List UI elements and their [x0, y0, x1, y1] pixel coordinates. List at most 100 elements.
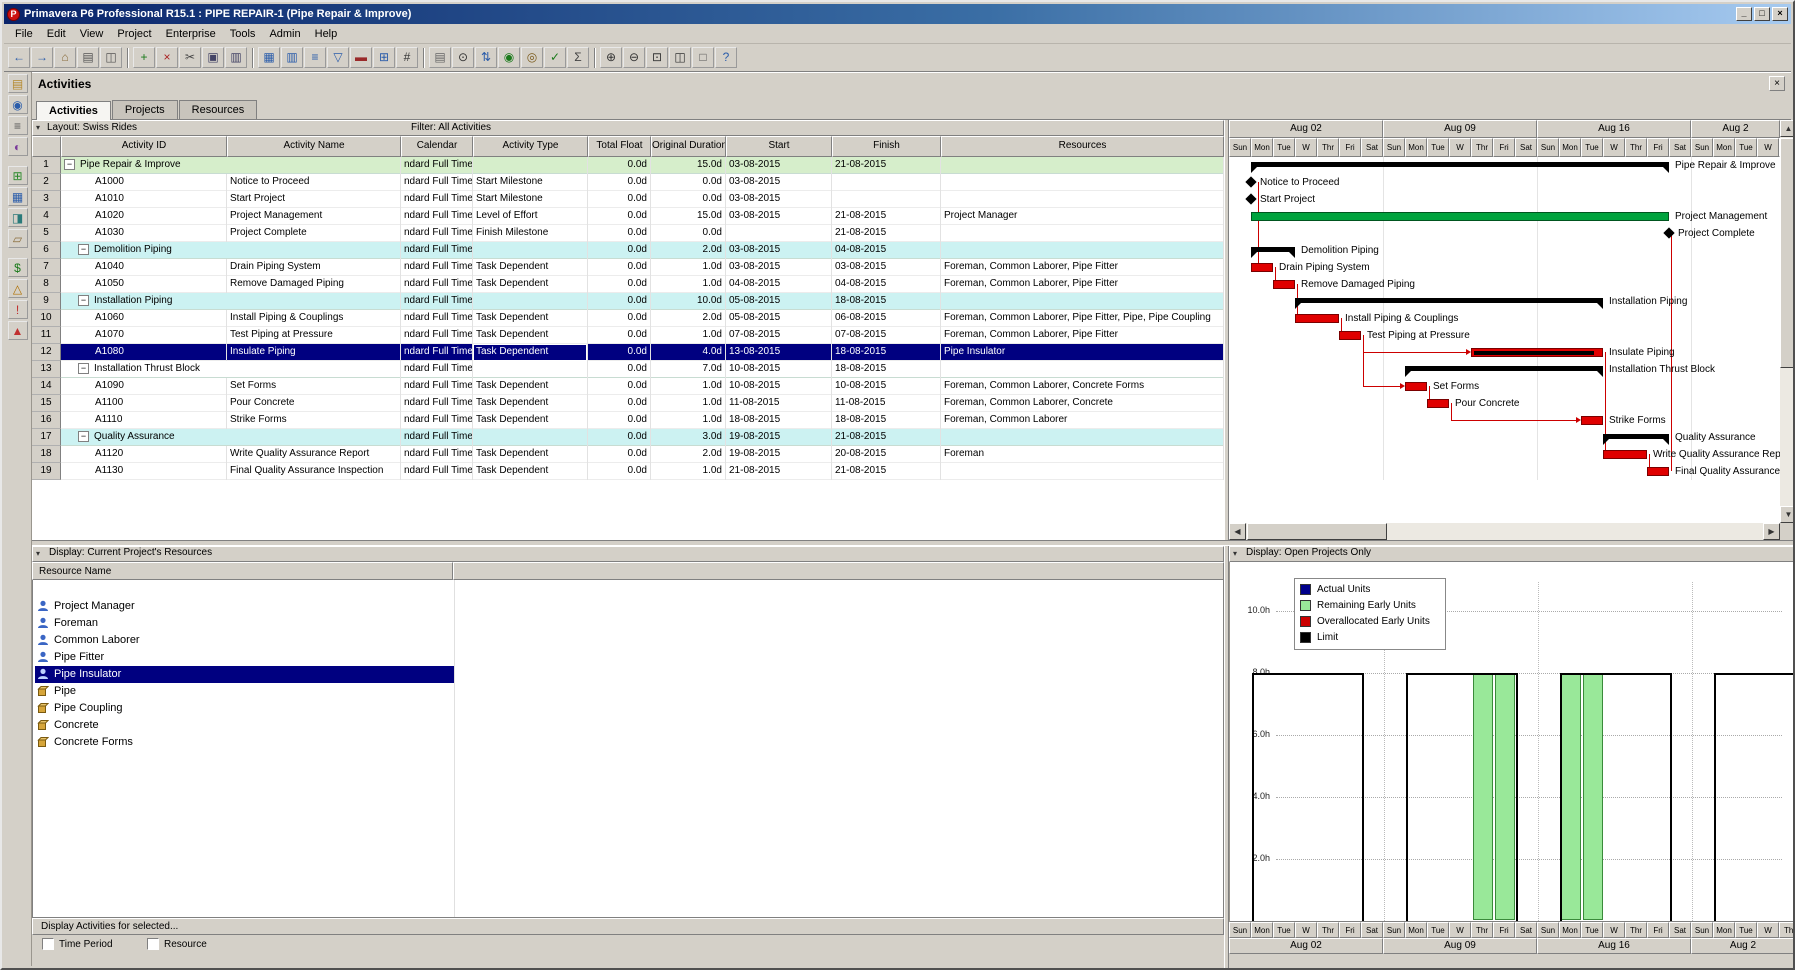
- resources-icon[interactable]: ◉: [7, 95, 28, 114]
- cell-start[interactable]: 03-08-2015: [726, 174, 832, 191]
- gantt-task-bar[interactable]: [1251, 263, 1273, 272]
- cell-res[interactable]: [941, 174, 1224, 191]
- cell-tf[interactable]: 0.0d: [588, 310, 651, 327]
- column-header-res[interactable]: Resources: [941, 136, 1224, 157]
- cell-start[interactable]: 05-08-2015: [726, 310, 832, 327]
- cell-od[interactable]: 1.0d: [651, 327, 726, 344]
- cell-row-number[interactable]: 6: [32, 242, 61, 259]
- cell-row-number[interactable]: 12: [32, 344, 61, 361]
- table-row-group[interactable]: 6− Demolition Piping ndard Full Time 0.0d 2.…: [32, 242, 1224, 259]
- cell-res[interactable]: [941, 242, 1224, 259]
- cell-od[interactable]: 2.0d: [651, 446, 726, 463]
- zoom-fit-icon[interactable]: ⊡: [646, 47, 668, 68]
- timescale-icon[interactable]: ▤: [429, 47, 451, 68]
- home-icon[interactable]: ⌂: [54, 47, 76, 68]
- gantt-task-bar[interactable]: [1405, 382, 1427, 391]
- cell-start[interactable]: 10-08-2015: [726, 378, 832, 395]
- maximize-button[interactable]: □: [1754, 7, 1770, 21]
- cell-type[interactable]: Task Dependent: [473, 446, 588, 463]
- cell-tf[interactable]: 0.0d: [588, 242, 651, 259]
- menu-file[interactable]: File: [8, 26, 40, 42]
- cell-finish[interactable]: 21-08-2015: [832, 225, 941, 242]
- resource-list-item[interactable]: Project Manager: [35, 598, 454, 615]
- cell-start[interactable]: 18-08-2015: [726, 412, 832, 429]
- scroll-left-icon[interactable]: ◀: [1229, 523, 1246, 540]
- cell-od[interactable]: 0.0d: [651, 225, 726, 242]
- cell-start[interactable]: 10-08-2015: [726, 361, 832, 378]
- cell-type[interactable]: Task Dependent: [473, 310, 588, 327]
- tab-projects[interactable]: Projects: [111, 100, 178, 119]
- expander-icon[interactable]: −: [78, 295, 89, 306]
- level-resources-icon[interactable]: ⇅: [475, 47, 497, 68]
- cell-tf[interactable]: 0.0d: [588, 259, 651, 276]
- resource-list-item[interactable]: Common Laborer: [35, 632, 454, 649]
- cell-tf[interactable]: 0.0d: [588, 157, 651, 174]
- cell-row-number[interactable]: 5: [32, 225, 61, 242]
- cell-finish[interactable]: 20-08-2015: [832, 446, 941, 463]
- forward-icon[interactable]: →: [31, 47, 53, 68]
- cell-start[interactable]: 03-08-2015: [726, 259, 832, 276]
- cell-cal[interactable]: ndard Full Time: [401, 225, 473, 242]
- cell-activity-id[interactable]: A1000: [61, 174, 227, 191]
- cell-res[interactable]: [941, 463, 1224, 480]
- gantt-task-bar[interactable]: [1339, 331, 1361, 340]
- menu-edit[interactable]: Edit: [40, 26, 73, 42]
- table-row-activity[interactable]: 12 A1080 Insulate Piping ndard Full Time Tas…: [32, 344, 1224, 361]
- resource-list-item[interactable]: Pipe: [35, 683, 454, 700]
- cell-tf[interactable]: 0.0d: [588, 412, 651, 429]
- cell-tf[interactable]: 0.0d: [588, 378, 651, 395]
- cell-type[interactable]: Start Milestone: [473, 174, 588, 191]
- cell-od[interactable]: 4.0d: [651, 344, 726, 361]
- cell-start[interactable]: 03-08-2015: [726, 191, 832, 208]
- cell-od[interactable]: 1.0d: [651, 463, 726, 480]
- cell-cal[interactable]: ndard Full Time: [401, 293, 473, 310]
- cell-tf[interactable]: 0.0d: [588, 361, 651, 378]
- schedule-icon[interactable]: ⊙: [452, 47, 474, 68]
- checkbox-time-period[interactable]: [42, 938, 54, 950]
- cell-activity-id[interactable]: A1030: [61, 225, 227, 242]
- reports-icon[interactable]: ≡: [7, 116, 28, 135]
- histogram-options-icon[interactable]: ▾: [1233, 549, 1237, 558]
- tab-activities[interactable]: Activities: [36, 101, 111, 120]
- cell-tf[interactable]: 0.0d: [588, 327, 651, 344]
- gantt-task-bar[interactable]: [1471, 348, 1603, 357]
- cell-group-name[interactable]: − Installation Piping: [61, 293, 401, 310]
- cell-activity-name[interactable]: Final Quality Assurance Inspection: [227, 463, 401, 480]
- print-preview-icon[interactable]: ◫: [100, 47, 122, 68]
- cell-res[interactable]: [941, 429, 1224, 446]
- cell-cal[interactable]: ndard Full Time: [401, 378, 473, 395]
- cell-tf[interactable]: 0.0d: [588, 208, 651, 225]
- cell-type[interactable]: [473, 361, 588, 378]
- cell-row-number[interactable]: 19: [32, 463, 61, 480]
- cell-cal[interactable]: ndard Full Time: [401, 310, 473, 327]
- cell-group-name[interactable]: − Pipe Repair & Improve: [61, 157, 401, 174]
- expander-icon[interactable]: −: [64, 159, 75, 170]
- cell-finish[interactable]: 10-08-2015: [832, 378, 941, 395]
- expenses-icon[interactable]: $: [7, 258, 28, 277]
- thresholds-icon[interactable]: △: [7, 279, 28, 298]
- cell-res[interactable]: Foreman, Common Laborer, Concrete: [941, 395, 1224, 412]
- menu-project[interactable]: Project: [110, 26, 158, 42]
- cell-finish[interactable]: 21-08-2015: [832, 463, 941, 480]
- update-progress-icon[interactable]: ✓: [544, 47, 566, 68]
- table-row-activity[interactable]: 14 A1090 Set Forms ndard Full Time Task Depe…: [32, 378, 1224, 395]
- cell-type[interactable]: Task Dependent: [473, 327, 588, 344]
- cell-res[interactable]: Foreman, Common Laborer, Concrete Forms: [941, 378, 1224, 395]
- table-row-activity[interactable]: 2 A1000 Notice to Proceed ndard Full Time St…: [32, 174, 1224, 191]
- cell-od[interactable]: 3.0d: [651, 429, 726, 446]
- cell-tf[interactable]: 0.0d: [588, 293, 651, 310]
- column-header-num[interactable]: [32, 136, 61, 157]
- cell-finish[interactable]: 03-08-2015: [832, 259, 941, 276]
- gantt-vertical-scrollbar[interactable]: ▲ ▼: [1780, 120, 1793, 523]
- gantt-horizontal-scrollbar[interactable]: ◀ ▶: [1229, 523, 1780, 540]
- scroll-thumb[interactable]: [1247, 523, 1387, 540]
- risks-icon[interactable]: ▲: [7, 321, 28, 340]
- cell-cal[interactable]: ndard Full Time: [401, 361, 473, 378]
- table-row-activity[interactable]: 16 A1110 Strike Forms ndard Full Time Task D…: [32, 412, 1224, 429]
- cell-res[interactable]: Pipe Insulator: [941, 344, 1224, 361]
- cell-row-number[interactable]: 11: [32, 327, 61, 344]
- cell-activity-id[interactable]: A1040: [61, 259, 227, 276]
- cell-row-number[interactable]: 17: [32, 429, 61, 446]
- cell-od[interactable]: 1.0d: [651, 259, 726, 276]
- layout-options-bar[interactable]: ▾ Layout: Swiss Rides Filter: All Activi…: [32, 120, 1224, 136]
